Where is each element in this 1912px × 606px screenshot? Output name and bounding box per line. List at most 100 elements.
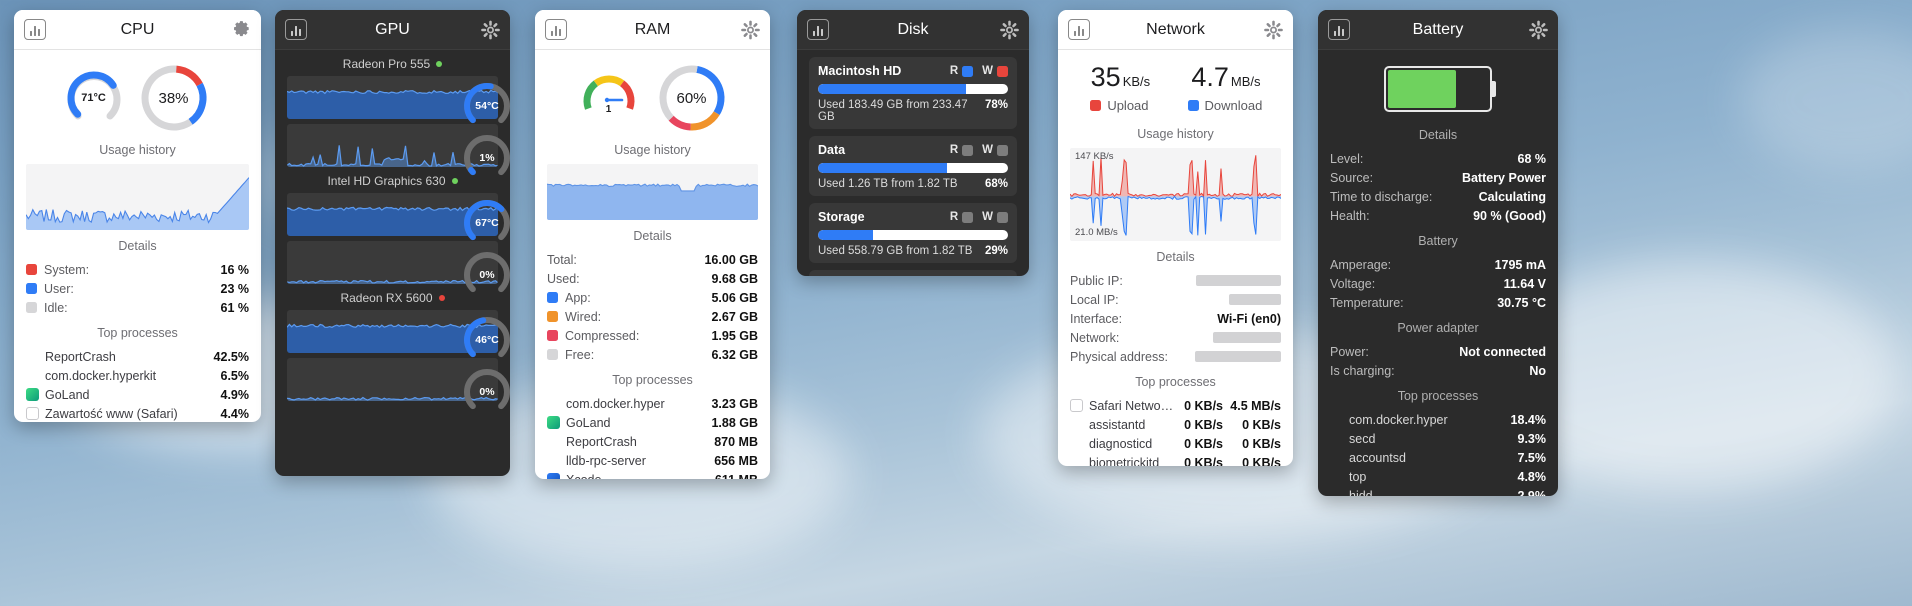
- gear-icon[interactable]: [481, 20, 500, 39]
- chart-icon[interactable]: [545, 19, 567, 40]
- detail-label-text: Free:: [565, 347, 595, 362]
- chart-icon[interactable]: [285, 19, 307, 40]
- process-row[interactable]: diagnosticd 0 KB/s 0 KB/s: [1070, 434, 1281, 453]
- process-row[interactable]: com.docker.hyperkit 6.5%: [26, 366, 249, 385]
- cpu-top-processes-label: Top processes: [97, 326, 178, 340]
- process-upload: 0 KB/s: [1184, 398, 1223, 413]
- gpu-card-block: 54°C 1%: [287, 76, 510, 176]
- disk-volume-row[interactable]: Data R W Used 1.26 TB from 1.82 TB 68%: [809, 136, 1017, 196]
- ram-pressure-gauge: 1: [578, 67, 640, 129]
- disk-body: Macintosh HD R W Used 183.49 GB from 233.47…: [797, 50, 1029, 276]
- process-row[interactable]: GoLand 1.88 GB: [547, 413, 758, 432]
- detail-label: Amperage:: [1330, 258, 1495, 272]
- process-row[interactable]: ReportCrash 42.5%: [26, 347, 249, 366]
- cpu-temperature-label: 71°C: [81, 92, 106, 104]
- process-name: biometrickitd: [1089, 455, 1160, 467]
- process-name: hidd: [1349, 488, 1373, 497]
- process-upload: 0 KB/s: [1184, 436, 1223, 451]
- process-row[interactable]: lldb-rpc-server 656 MB: [547, 451, 758, 470]
- disk-volume-row[interactable]: Storage R W Used 558.79 GB from 1.82 TB 29%: [809, 203, 1017, 263]
- disk-usage-fill: [818, 230, 874, 240]
- disk-volume-row[interactable]: Macintosh HD R W Used 183.49 GB from 233.47…: [809, 57, 1017, 129]
- gear-icon[interactable]: [1264, 20, 1283, 39]
- panel-network[interactable]: Network 35 KB/s Upload 4.7 MB/s Download…: [1058, 10, 1293, 466]
- panel-title-gpu: GPU: [375, 20, 410, 38]
- detail-label-text: Idle:: [44, 300, 68, 315]
- chart-icon[interactable]: [1328, 19, 1350, 40]
- panel-disk[interactable]: Disk Macintosh HD R W Used 183.49 GB from 2…: [797, 10, 1029, 276]
- disk-write-label: W: [982, 211, 993, 223]
- disk-volume-row[interactable]: UntitledRWUsed 111.76 GB from 128.00 GB8…: [809, 270, 1017, 276]
- disk-usage-bar: [818, 163, 1008, 173]
- detail-label-text: Health:: [1330, 208, 1370, 223]
- ram-usage-label: 60%: [676, 89, 707, 107]
- chart-icon[interactable]: [24, 19, 46, 40]
- process-row[interactable]: com.docker.hyper 18.4%: [1330, 410, 1546, 429]
- panel-battery[interactable]: Battery Details Level: 68 % Source: Battery…: [1318, 10, 1558, 496]
- disk-read-indicator: [962, 144, 974, 156]
- process-row[interactable]: Zawartość www (Safari) 4.4%: [26, 404, 249, 422]
- chart-icon[interactable]: [807, 19, 829, 40]
- disk-write-label: W: [982, 65, 993, 77]
- cpu-history-label: Usage history: [99, 143, 176, 157]
- detail-label: Network:: [1070, 331, 1213, 345]
- process-row[interactable]: accountsd 7.5%: [1330, 448, 1546, 467]
- cpu-gauges: 71°C 38%: [26, 62, 249, 134]
- gpu-card-label: Intel HD Graphics 630: [327, 174, 446, 188]
- gpu-utilization-label: 0%: [479, 269, 495, 281]
- disk-volume-name: Macintosh HD: [818, 64, 902, 78]
- process-row[interactable]: hidd 2.9%: [1330, 486, 1547, 497]
- chart-icon[interactable]: [1068, 19, 1090, 40]
- process-row[interactable]: Xcode 611 MB: [547, 470, 758, 479]
- process-value: 611 MB: [715, 473, 758, 480]
- disk-volume-footer: Used 183.49 GB from 233.47 GB 78%: [818, 99, 1008, 123]
- detail-row: Local IP:: [1070, 290, 1281, 309]
- gear-icon[interactable]: [1529, 20, 1548, 39]
- process-row[interactable]: assistantd 0 KB/s 0 KB/s: [1070, 415, 1281, 434]
- detail-row: Amperage: 1795 mA: [1330, 255, 1546, 274]
- process-name: lldb-rpc-server: [566, 453, 646, 468]
- detail-label-text: Is charging:: [1330, 363, 1395, 378]
- battery-titlebar: Battery: [1318, 10, 1558, 50]
- process-row[interactable]: top 4.8%: [1330, 467, 1546, 486]
- battery-stats-list: Amperage: 1795 mA Voltage: 11.64 V Temperatu…: [1330, 255, 1546, 312]
- process-row[interactable]: ReportCrash 870 MB: [547, 432, 758, 451]
- battery-top-processes-label: Top processes: [1397, 389, 1479, 403]
- process-row[interactable]: secd 9.3%: [1330, 429, 1546, 448]
- panel-cpu[interactable]: CPU 71°C 38% Usage history Details Syste…: [14, 10, 261, 422]
- process-name: secd: [1349, 431, 1376, 446]
- detail-label: Temperature:: [1330, 296, 1497, 310]
- battery-adapter-label: Power adapter: [1397, 321, 1479, 335]
- detail-value: No: [1529, 363, 1546, 378]
- process-value: 2.9%: [1517, 488, 1547, 497]
- ram-pressure-label: 1: [605, 104, 612, 115]
- process-row[interactable]: Safari Networking 0 KB/s 4.5 MB/s: [1070, 396, 1281, 415]
- cpu-body: 71°C 38% Usage history Details System: 16…: [14, 50, 261, 422]
- process-row[interactable]: com.docker.hyper 3.23 GB: [547, 394, 758, 413]
- process-icon-placeholder: [1330, 451, 1343, 464]
- disk-write: W: [982, 144, 1008, 156]
- gpu-card-name: Radeon Pro 555: [287, 57, 498, 71]
- disk-usage-percent: 68%: [984, 178, 1008, 190]
- gear-icon[interactable]: [232, 20, 251, 39]
- process-download: 4.5 MB/s: [1230, 398, 1281, 413]
- gpu-utilization-gauge: 1%: [462, 133, 510, 183]
- ram-body: 1 60% Usage history Details Total: 16.00 …: [535, 50, 770, 479]
- panel-gpu[interactable]: GPU Radeon Pro 555 54°C 1% Intel HD Graphic…: [275, 10, 510, 476]
- detail-label: Idle:: [26, 301, 221, 315]
- upload-unit: KB/s: [1122, 74, 1151, 89]
- disk-write-indicator: [997, 211, 1008, 223]
- process-row[interactable]: GoLand 4.9%: [26, 385, 249, 404]
- detail-label-text: Wired:: [565, 309, 602, 324]
- disk-titlebar: Disk: [797, 10, 1029, 50]
- network-body: 35 KB/s Upload 4.7 MB/s Download Usage his…: [1058, 50, 1293, 466]
- process-value: 870 MB: [714, 434, 758, 449]
- panel-ram[interactable]: RAM 1 60% Usage history Details Total: 1…: [535, 10, 770, 479]
- gear-icon[interactable]: [741, 20, 760, 39]
- download-label: Download: [1204, 98, 1263, 113]
- process-row[interactable]: biometrickitd 0 KB/s 0 KB/s: [1070, 453, 1281, 467]
- upload-value: 35: [1090, 62, 1121, 92]
- download-value: 4.7: [1191, 62, 1229, 92]
- color-swatch: [26, 264, 37, 275]
- gear-icon[interactable]: [1000, 20, 1019, 39]
